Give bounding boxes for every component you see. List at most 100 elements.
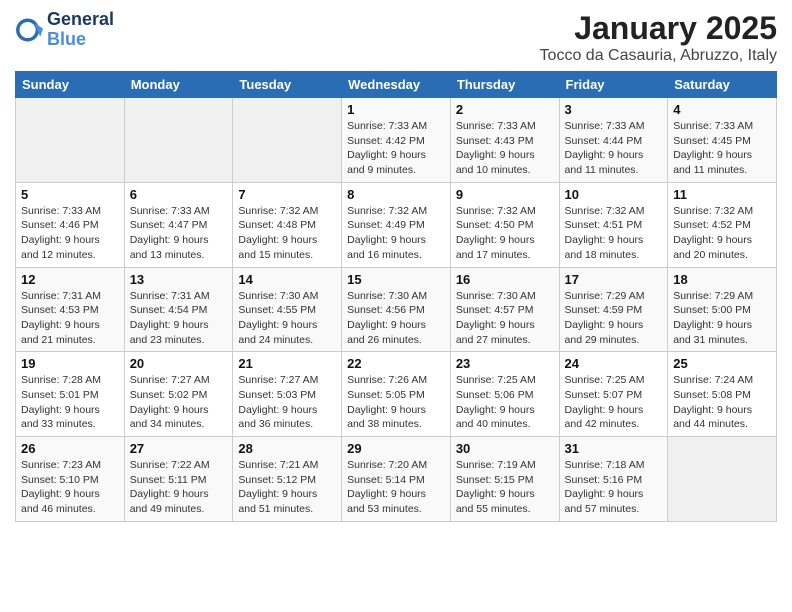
calendar-cell: 19 Sunrise: 7:28 AM Sunset: 5:01 PM Dayli… xyxy=(16,352,125,437)
day-number: 1 xyxy=(347,102,445,117)
calendar-table: Sunday Monday Tuesday Wednesday Thursday… xyxy=(15,71,777,522)
page-container: General Blue January 2025 Tocco da Casau… xyxy=(0,0,792,527)
day-info: Sunrise: 7:29 AM Sunset: 5:00 PM Dayligh… xyxy=(673,289,771,348)
calendar-week-3: 19 Sunrise: 7:28 AM Sunset: 5:01 PM Dayli… xyxy=(16,352,777,437)
calendar-cell: 2 Sunrise: 7:33 AM Sunset: 4:43 PM Daylig… xyxy=(450,98,559,183)
calendar-cell: 10 Sunrise: 7:32 AM Sunset: 4:51 PM Dayli… xyxy=(559,182,668,267)
day-info: Sunrise: 7:33 AM Sunset: 4:43 PM Dayligh… xyxy=(456,119,554,178)
day-number: 29 xyxy=(347,441,445,456)
day-info: Sunrise: 7:21 AM Sunset: 5:12 PM Dayligh… xyxy=(238,458,336,517)
calendar-cell xyxy=(16,98,125,183)
calendar-cell xyxy=(233,98,342,183)
calendar-cell: 23Sunrise: 7:25 AM Sunset: 5:06 PM Dayli… xyxy=(450,352,559,437)
calendar-cell: 8 Sunrise: 7:32 AM Sunset: 4:49 PM Daylig… xyxy=(342,182,451,267)
month-title: January 2025 xyxy=(540,10,777,47)
weekday-friday: Friday xyxy=(559,72,668,98)
day-info: Sunrise: 7:31 AM Sunset: 4:53 PM Dayligh… xyxy=(21,289,119,348)
day-info: Sunrise: 7:30 AM Sunset: 4:56 PM Dayligh… xyxy=(347,289,445,348)
calendar-cell: 25 Sunrise: 7:24 AM Sunset: 5:08 PM Dayli… xyxy=(668,352,777,437)
day-info: Sunrise: 7:24 AM Sunset: 5:08 PM Dayligh… xyxy=(673,373,771,432)
logo-line1: General xyxy=(47,10,114,30)
weekday-monday: Monday xyxy=(124,72,233,98)
day-info: Sunrise: 7:32 AM Sunset: 4:51 PM Dayligh… xyxy=(565,204,663,263)
location-title: Tocco da Casauria, Abruzzo, Italy xyxy=(540,47,777,65)
weekday-saturday: Saturday xyxy=(668,72,777,98)
calendar-cell: 31Sunrise: 7:18 AM Sunset: 5:16 PM Dayli… xyxy=(559,437,668,522)
calendar-cell: 27 Sunrise: 7:22 AM Sunset: 5:11 PM Dayli… xyxy=(124,437,233,522)
calendar-week-4: 26Sunrise: 7:23 AM Sunset: 5:10 PM Dayli… xyxy=(16,437,777,522)
day-info: Sunrise: 7:32 AM Sunset: 4:49 PM Dayligh… xyxy=(347,204,445,263)
day-number: 19 xyxy=(21,356,119,371)
day-info: Sunrise: 7:33 AM Sunset: 4:44 PM Dayligh… xyxy=(565,119,663,178)
day-info: Sunrise: 7:32 AM Sunset: 4:50 PM Dayligh… xyxy=(456,204,554,263)
day-number: 23 xyxy=(456,356,554,371)
day-info: Sunrise: 7:25 AM Sunset: 5:07 PM Dayligh… xyxy=(565,373,663,432)
day-info: Sunrise: 7:28 AM Sunset: 5:01 PM Dayligh… xyxy=(21,373,119,432)
day-number: 3 xyxy=(565,102,663,117)
day-number: 9 xyxy=(456,187,554,202)
day-number: 14 xyxy=(238,272,336,287)
day-number: 30 xyxy=(456,441,554,456)
day-number: 25 xyxy=(673,356,771,371)
day-info: Sunrise: 7:32 AM Sunset: 4:52 PM Dayligh… xyxy=(673,204,771,263)
calendar-header: Sunday Monday Tuesday Wednesday Thursday… xyxy=(16,72,777,98)
day-info: Sunrise: 7:23 AM Sunset: 5:10 PM Dayligh… xyxy=(21,458,119,517)
calendar-cell: 20Sunrise: 7:27 AM Sunset: 5:02 PM Dayli… xyxy=(124,352,233,437)
day-info: Sunrise: 7:32 AM Sunset: 4:48 PM Dayligh… xyxy=(238,204,336,263)
calendar-cell: 13 Sunrise: 7:31 AM Sunset: 4:54 PM Dayli… xyxy=(124,267,233,352)
day-number: 6 xyxy=(130,187,228,202)
calendar-cell: 21Sunrise: 7:27 AM Sunset: 5:03 PM Dayli… xyxy=(233,352,342,437)
day-number: 7 xyxy=(238,187,336,202)
title-block: January 2025 Tocco da Casauria, Abruzzo,… xyxy=(540,10,777,65)
weekday-thursday: Thursday xyxy=(450,72,559,98)
calendar-cell: 7 Sunrise: 7:32 AM Sunset: 4:48 PM Daylig… xyxy=(233,182,342,267)
day-number: 12 xyxy=(21,272,119,287)
calendar-cell: 30 Sunrise: 7:19 AM Sunset: 5:15 PM Dayli… xyxy=(450,437,559,522)
calendar-week-0: 1Sunrise: 7:33 AM Sunset: 4:42 PM Daylig… xyxy=(16,98,777,183)
calendar-cell: 6 Sunrise: 7:33 AM Sunset: 4:47 PM Daylig… xyxy=(124,182,233,267)
weekday-row: Sunday Monday Tuesday Wednesday Thursday… xyxy=(16,72,777,98)
calendar-cell: 18 Sunrise: 7:29 AM Sunset: 5:00 PM Dayli… xyxy=(668,267,777,352)
calendar-week-1: 5Sunrise: 7:33 AM Sunset: 4:46 PM Daylig… xyxy=(16,182,777,267)
day-number: 8 xyxy=(347,187,445,202)
logo-icon xyxy=(15,16,43,44)
weekday-wednesday: Wednesday xyxy=(342,72,451,98)
day-number: 27 xyxy=(130,441,228,456)
logo: General Blue xyxy=(15,10,114,50)
calendar-cell: 12 Sunrise: 7:31 AM Sunset: 4:53 PM Dayli… xyxy=(16,267,125,352)
calendar-week-2: 12 Sunrise: 7:31 AM Sunset: 4:53 PM Dayli… xyxy=(16,267,777,352)
calendar-cell: 17Sunrise: 7:29 AM Sunset: 4:59 PM Dayli… xyxy=(559,267,668,352)
day-number: 13 xyxy=(130,272,228,287)
day-info: Sunrise: 7:20 AM Sunset: 5:14 PM Dayligh… xyxy=(347,458,445,517)
weekday-tuesday: Tuesday xyxy=(233,72,342,98)
day-number: 2 xyxy=(456,102,554,117)
calendar-cell: 28 Sunrise: 7:21 AM Sunset: 5:12 PM Dayli… xyxy=(233,437,342,522)
day-number: 15 xyxy=(347,272,445,287)
day-number: 21 xyxy=(238,356,336,371)
weekday-sunday: Sunday xyxy=(16,72,125,98)
calendar-cell: 5Sunrise: 7:33 AM Sunset: 4:46 PM Daylig… xyxy=(16,182,125,267)
calendar-cell: 24 Sunrise: 7:25 AM Sunset: 5:07 PM Dayli… xyxy=(559,352,668,437)
day-number: 17 xyxy=(565,272,663,287)
day-number: 18 xyxy=(673,272,771,287)
day-info: Sunrise: 7:33 AM Sunset: 4:45 PM Dayligh… xyxy=(673,119,771,178)
day-number: 11 xyxy=(673,187,771,202)
day-info: Sunrise: 7:30 AM Sunset: 4:55 PM Dayligh… xyxy=(238,289,336,348)
calendar-cell: 11 Sunrise: 7:32 AM Sunset: 4:52 PM Dayli… xyxy=(668,182,777,267)
day-number: 24 xyxy=(565,356,663,371)
day-info: Sunrise: 7:33 AM Sunset: 4:47 PM Dayligh… xyxy=(130,204,228,263)
day-info: Sunrise: 7:26 AM Sunset: 5:05 PM Dayligh… xyxy=(347,373,445,432)
calendar-cell: 26Sunrise: 7:23 AM Sunset: 5:10 PM Dayli… xyxy=(16,437,125,522)
day-info: Sunrise: 7:31 AM Sunset: 4:54 PM Dayligh… xyxy=(130,289,228,348)
day-info: Sunrise: 7:22 AM Sunset: 5:11 PM Dayligh… xyxy=(130,458,228,517)
calendar-cell xyxy=(668,437,777,522)
day-info: Sunrise: 7:33 AM Sunset: 4:46 PM Dayligh… xyxy=(21,204,119,263)
calendar-cell xyxy=(124,98,233,183)
calendar-body: 1Sunrise: 7:33 AM Sunset: 4:42 PM Daylig… xyxy=(16,98,777,522)
day-info: Sunrise: 7:18 AM Sunset: 5:16 PM Dayligh… xyxy=(565,458,663,517)
day-info: Sunrise: 7:19 AM Sunset: 5:15 PM Dayligh… xyxy=(456,458,554,517)
day-number: 10 xyxy=(565,187,663,202)
logo-line2: Blue xyxy=(47,30,114,50)
day-number: 20 xyxy=(130,356,228,371)
day-number: 28 xyxy=(238,441,336,456)
